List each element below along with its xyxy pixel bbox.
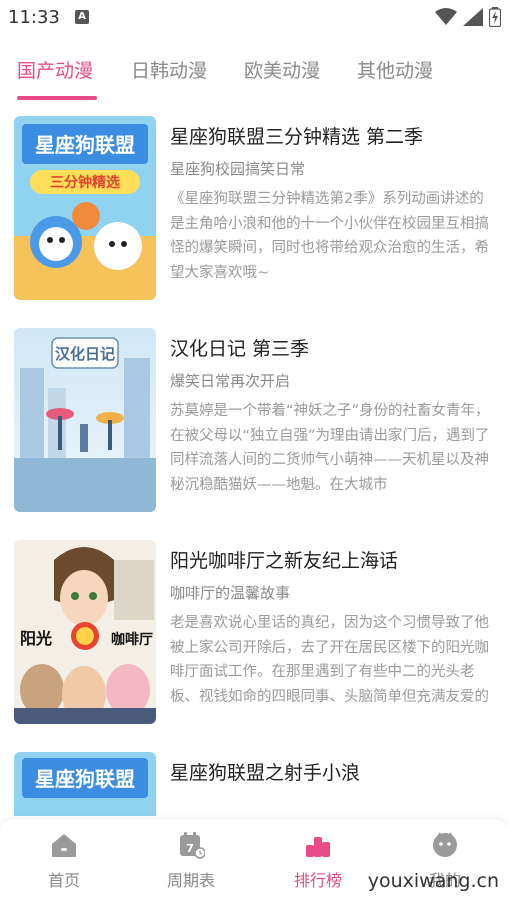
battery-icon [489,7,501,27]
list-item[interactable]: 星座狗联盟 星座狗联盟之射手小浪 [0,746,509,816]
cover-title-text: 星座狗联盟 [35,767,135,791]
item-subtitle: 爆笑日常再次开启 [170,372,291,390]
list-item[interactable]: 阳光 咖啡厅 阳光咖啡厅之新友纪上海话 咖啡厅的温馨故事 老是喜欢说心里话的真纪… [0,534,509,730]
tab-other[interactable]: 其他动漫 [357,56,433,83]
cover-image[interactable]: 阳光 咖啡厅 [14,540,156,724]
cover-image[interactable]: 汉化日记 [14,328,156,512]
cover-right-text: 咖啡厅 [111,631,153,648]
active-tab-indicator [17,96,97,100]
cover-image[interactable]: 星座狗联盟 [14,752,156,816]
tab-domestic[interactable]: 国产动漫 [17,56,93,83]
signal-icon [463,8,483,26]
svg-text:7: 7 [186,842,194,855]
item-description: 《星座狗联盟三分钟精选第2季》系列动画讲述的是主角哈小浪和他的十一个小伙伴在校园… [170,191,489,281]
tab-japan-korea[interactable]: 日韩动漫 [131,56,207,83]
nav-schedule[interactable]: 7 周期表 [141,831,241,891]
status-icons [435,6,501,28]
nav-ranking-label: 排行榜 [293,871,342,890]
status-bar: 11:33 A [0,0,509,36]
cover-left-text: 阳光 [20,629,52,648]
wifi-icon [435,8,457,25]
calendar-icon: 7 [180,832,205,859]
list-item[interactable]: 星座狗联盟 三分钟精选 星座狗联盟三分钟精选 第二季 星座狗校园搞笑日常 《星座… [0,110,509,306]
item-subtitle: 星座狗校园搞笑日常 [170,160,306,178]
tab-western[interactable]: 欧美动漫 [244,56,320,83]
nav-home[interactable]: 首页 [14,831,114,891]
anime-list[interactable]: 星座狗联盟 三分钟精选 星座狗联盟三分钟精选 第二季 星座狗校园搞笑日常 《星座… [0,110,509,816]
cover-title-text: 汉化日记 [55,345,115,363]
cover-image[interactable]: 星座狗联盟 三分钟精选 [14,116,156,300]
list-item[interactable]: 汉化日记 汉化日记 第三季 爆笑日常再次开启 苏莫婷是一个带着“神妖之子”身份的… [0,322,509,518]
cover-title-text: 星座狗联盟 [35,133,135,157]
cover-subtitle-text: 三分钟精选 [50,174,120,191]
item-title[interactable]: 汉化日记 第三季 [170,334,309,361]
watermark-text: youxiwang.cn [367,870,499,892]
home-icon [52,834,76,857]
item-title[interactable]: 阳光咖啡厅之新友纪上海话 [170,546,398,573]
item-subtitle: 咖啡厅的温馨故事 [170,584,291,602]
status-time: 11:33 [8,7,60,28]
item-description: 苏莫婷是一个带着“神妖之子”身份的社畜女青年，在被父母以“独立自强”为理由请出家… [170,403,490,493]
item-title[interactable]: 星座狗联盟三分钟精选 第二季 [170,122,423,149]
ranking-icon [306,837,330,857]
nav-home-label: 首页 [47,871,80,890]
nav-ranking[interactable]: 排行榜 [268,831,368,891]
category-tabs: 国产动漫 日韩动漫 欧美动漫 其他动漫 [0,50,509,102]
item-description: 老是喜欢说心里话的真纪，因为这个习惯导致了他被上家公司开除后，去了开在居民区楼下… [170,615,489,705]
profile-icon [433,832,457,857]
nav-schedule-label: 周期表 [166,871,215,890]
notification-icon: A [75,10,89,24]
item-title[interactable]: 星座狗联盟之射手小浪 [170,758,360,785]
